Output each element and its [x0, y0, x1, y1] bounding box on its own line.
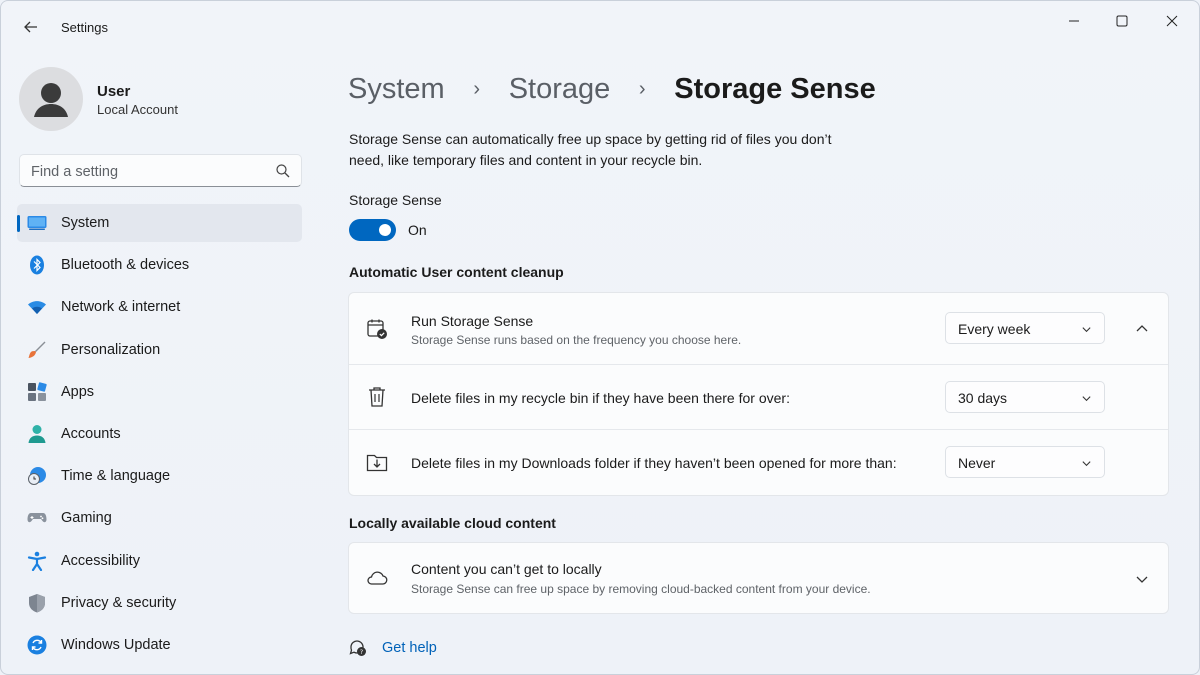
section-heading-cleanup: Automatic User content cleanup: [349, 264, 564, 280]
dropdown-value: 30 days: [958, 390, 1008, 406]
row-subtitle: Storage Sense can free up space by remov…: [411, 582, 871, 596]
dropdown-value: Never: [958, 455, 996, 471]
toggle-state-label: On: [408, 222, 427, 238]
sidebar-item-label: Privacy & security: [61, 594, 177, 611]
chevron-up-icon[interactable]: [1134, 321, 1150, 337]
storage-sense-label: Storage Sense: [349, 192, 442, 208]
close-button[interactable]: [1149, 9, 1195, 33]
maximize-button[interactable]: [1099, 9, 1145, 33]
sidebar-item-gaming[interactable]: Gaming: [17, 499, 302, 537]
accounts-icon: [28, 424, 46, 443]
sidebar-nav: System Bluetooth & devices Network & int…: [17, 204, 302, 668]
breadcrumb-system[interactable]: System: [348, 73, 445, 106]
get-help-link[interactable]: Get help: [382, 640, 437, 656]
sidebar-item-network[interactable]: Network & internet: [17, 288, 302, 326]
sidebar-item-label: System: [61, 215, 110, 231]
account-type: Local Account: [97, 102, 178, 117]
breadcrumb-storage[interactable]: Storage: [509, 73, 611, 106]
downloads-folder-row: Delete files in my Downloads folder if t…: [349, 430, 1168, 495]
row-title: Delete files in my Downloads folder if t…: [411, 455, 897, 471]
bluetooth-icon: [30, 255, 44, 275]
dropdown-value: Every week: [958, 321, 1031, 337]
section-heading-cloud: Locally available cloud content: [349, 515, 556, 531]
chevron-right-icon: ›: [473, 77, 481, 100]
calendar-check-icon: [367, 319, 387, 339]
storage-sense-toggle[interactable]: [349, 219, 396, 241]
sidebar-item-accessibility[interactable]: Accessibility: [17, 542, 302, 580]
get-help[interactable]: ? Get help: [348, 637, 437, 659]
user-profile[interactable]: User Local Account: [19, 65, 299, 131]
app-title: Settings: [61, 20, 108, 35]
shield-icon: [29, 593, 45, 613]
sidebar-item-privacy[interactable]: Privacy & security: [17, 584, 302, 622]
page-description: Storage Sense can automatically free up …: [349, 131, 832, 168]
row-title: Delete files in my recycle bin if they h…: [411, 390, 790, 406]
search-placeholder: Find a setting: [31, 164, 119, 180]
sidebar-item-label: Accessibility: [61, 552, 140, 569]
sidebar-item-label: Accounts: [61, 425, 121, 442]
sidebar-item-time-language[interactable]: Time & language: [17, 457, 302, 495]
chevron-down-icon: [1082, 461, 1091, 467]
frequency-dropdown[interactable]: Every week: [945, 312, 1105, 344]
sidebar-item-apps[interactable]: Apps: [17, 373, 302, 411]
user-avatar-icon: [34, 83, 68, 117]
minimize-button[interactable]: [1051, 9, 1097, 33]
sidebar-item-windows-update[interactable]: Windows Update: [17, 626, 302, 664]
sidebar-item-label: Time & language: [61, 468, 171, 485]
gamepad-icon: [27, 513, 47, 523]
cloud-content-card[interactable]: Content you can’t get to locally Storage…: [348, 542, 1169, 614]
downloads-duration-dropdown[interactable]: Never: [945, 446, 1105, 478]
trash-icon: [369, 387, 385, 407]
search-input[interactable]: Find a setting: [19, 154, 302, 187]
cloud-content-row[interactable]: Content you can’t get to locally Storage…: [349, 543, 1168, 613]
time-language-icon: [28, 467, 46, 486]
avatar: [19, 67, 83, 131]
breadcrumb: System › Storage › Storage Sense: [348, 69, 876, 109]
apps-icon: [28, 382, 47, 401]
sidebar-item-label: Network & internet: [61, 299, 181, 316]
chevron-down-icon: [1082, 327, 1091, 333]
downloads-folder-icon: [366, 454, 388, 472]
system-icon: [27, 216, 47, 230]
sidebar-item-personalization[interactable]: Personalization: [17, 331, 302, 369]
chevron-down-icon[interactable]: [1134, 571, 1150, 587]
sidebar-item-label: Bluetooth & devices: [61, 257, 190, 274]
settings-window: Settings User Local Account Find a setti…: [0, 0, 1200, 675]
row-subtitle: Storage Sense runs based on the frequenc…: [411, 333, 742, 347]
maximize-icon: [1116, 15, 1128, 27]
user-name: User: [97, 83, 131, 100]
recycle-bin-duration-dropdown[interactable]: 30 days: [945, 381, 1105, 413]
help-chat-icon: ?: [349, 640, 366, 656]
cloud-icon: [367, 571, 388, 585]
page-title: Storage Sense: [674, 72, 876, 105]
back-arrow-icon: [24, 21, 37, 33]
wifi-icon: [28, 301, 46, 315]
brush-icon: [28, 341, 46, 358]
row-title: Content you can’t get to locally: [411, 561, 602, 577]
chevron-down-icon: [1082, 396, 1091, 402]
close-icon: [1166, 15, 1178, 27]
row-title: Run Storage Sense: [411, 313, 534, 329]
recycle-bin-row: Delete files in my recycle bin if they h…: [349, 365, 1168, 430]
search-icon[interactable]: [275, 163, 291, 179]
run-storage-sense-row: Run Storage Sense Storage Sense runs bas…: [349, 293, 1168, 365]
back-button[interactable]: [15, 13, 47, 41]
sidebar-item-label: Windows Update: [61, 636, 171, 653]
sidebar-item-label: Personalization: [61, 341, 161, 358]
sidebar-item-system[interactable]: System: [17, 204, 302, 242]
title-bar: Settings: [1, 1, 1199, 53]
minimize-icon: [1069, 20, 1079, 22]
toggle-knob: [379, 224, 391, 236]
svg-text:?: ?: [360, 648, 363, 656]
sidebar-item-accounts[interactable]: Accounts: [17, 415, 302, 453]
sidebar-item-label: Gaming: [61, 510, 112, 527]
sidebar-item-bluetooth[interactable]: Bluetooth & devices: [17, 246, 302, 284]
chevron-right-icon: ›: [638, 77, 646, 100]
cleanup-card: Run Storage Sense Storage Sense runs bas…: [348, 292, 1169, 496]
sidebar-item-label: Apps: [61, 383, 95, 400]
accessibility-icon: [27, 551, 47, 571]
update-icon: [27, 635, 47, 655]
